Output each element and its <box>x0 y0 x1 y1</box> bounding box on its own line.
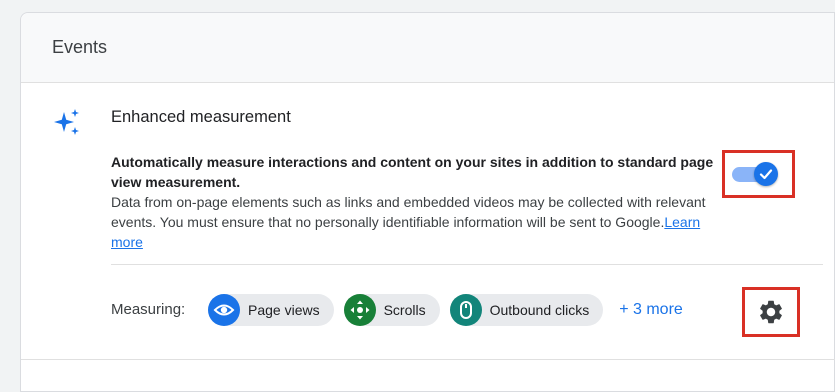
mouse-icon <box>449 294 482 326</box>
more-measurements-link[interactable]: + 3 more <box>619 301 683 319</box>
scroll-icon <box>343 294 376 326</box>
bottom-divider <box>21 359 835 360</box>
description-body: Data from on-page elements such as links… <box>111 194 706 230</box>
events-card: Events Enhanced measurement Automaticall… <box>20 12 835 392</box>
measuring-chips: Page views Scrolls Outbound clicks + 3 m… <box>208 294 683 326</box>
card-header: Events <box>21 13 834 83</box>
chip-page-views: Page views <box>208 294 334 326</box>
chip-label: Outbound clicks <box>489 302 590 318</box>
chip-scrolls: Scrolls <box>343 294 440 326</box>
check-icon <box>759 169 773 180</box>
card-title: Events <box>52 37 108 57</box>
toggle-thumb <box>754 162 778 186</box>
chip-label: Scrolls <box>383 302 426 318</box>
settings-button[interactable] <box>742 287 800 337</box>
enhanced-measurement-description: Automatically measure interactions and c… <box>111 152 731 252</box>
description-bold: Automatically measure interactions and c… <box>111 154 714 190</box>
eye-icon <box>208 294 240 326</box>
chip-outbound-clicks: Outbound clicks <box>449 294 604 326</box>
sparkle-icon <box>54 109 79 135</box>
gear-icon <box>760 300 782 324</box>
enhanced-measurement-toggle[interactable] <box>722 150 795 198</box>
measuring-label: Measuring: <box>111 301 186 318</box>
enhanced-measurement-title: Enhanced measurement <box>111 108 291 126</box>
section-divider <box>111 264 823 265</box>
chip-label: Page views <box>248 302 320 318</box>
